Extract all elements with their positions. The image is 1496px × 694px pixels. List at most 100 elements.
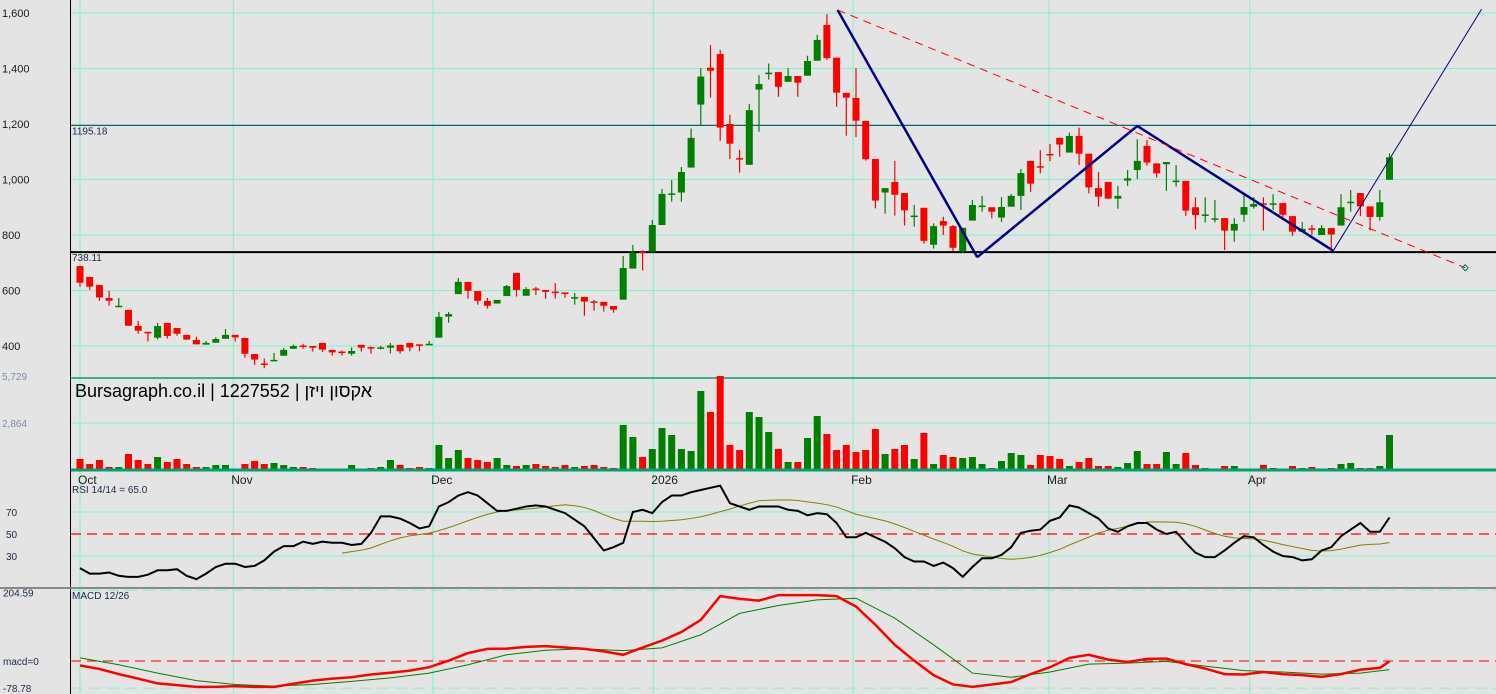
- candle-body: [1230, 223, 1238, 231]
- date-tick-label: Dec: [431, 473, 452, 487]
- volume-bar: [716, 376, 724, 470]
- candle-body: [600, 301, 608, 306]
- candle-body: [338, 351, 346, 354]
- candle-body: [949, 226, 957, 248]
- candle-body: [483, 301, 491, 306]
- volume-bar: [813, 416, 821, 470]
- candle-body: [1065, 135, 1073, 153]
- candle-body: [871, 158, 879, 201]
- candle-body: [852, 97, 860, 121]
- candle-body: [561, 292, 569, 294]
- candle-body: [1192, 207, 1199, 216]
- volume-bar: [910, 459, 918, 470]
- candle-body: [319, 342, 326, 350]
- candle-body: [192, 339, 200, 345]
- candle-body: [1153, 163, 1161, 174]
- candle-body: [86, 276, 94, 287]
- candle-body: [1104, 181, 1112, 199]
- candle-body: [1046, 153, 1054, 156]
- volume-bar: [862, 450, 870, 470]
- volume-bar: [707, 412, 714, 470]
- price-tick-label: 800: [2, 230, 20, 242]
- volume-tick-label: 5,729: [2, 372, 27, 383]
- candle-body: [1182, 180, 1190, 211]
- candle: [183, 334, 191, 340]
- candle-body: [1124, 178, 1132, 181]
- volume-bar: [677, 449, 685, 470]
- candle-body: [386, 345, 394, 348]
- candle-body: [784, 75, 792, 82]
- date-tick-label: Apr: [1248, 473, 1267, 487]
- volume-bar: [668, 435, 676, 470]
- volume-bar: [76, 459, 84, 470]
- candle-body: [503, 286, 511, 297]
- macd-label: MACD 12/26: [72, 591, 130, 602]
- candle-body: [289, 346, 297, 349]
- volume-bar: [949, 457, 957, 470]
- candle-body: [1356, 193, 1364, 207]
- volume-bar: [1036, 455, 1044, 470]
- candle-body: [328, 349, 336, 353]
- volume-bar: [464, 458, 472, 470]
- candle-body: [202, 342, 210, 345]
- candle-body: [474, 291, 482, 301]
- volume-bar: [1085, 458, 1093, 470]
- volume-bar: [1133, 451, 1141, 470]
- candle-body: [1036, 166, 1044, 168]
- date-tick-label: Feb: [851, 473, 872, 487]
- candle-body: [154, 326, 162, 338]
- candle-body: [930, 226, 938, 245]
- volume-bar: [745, 412, 753, 470]
- candle-body: [998, 206, 1005, 218]
- candle-body: [1347, 201, 1355, 204]
- candle-body: [939, 221, 947, 226]
- candle-body: [823, 24, 831, 59]
- candle-body: [464, 281, 472, 291]
- chart-background: [0, 0, 1496, 694]
- price-tick-label: 1,400: [2, 64, 30, 76]
- candle-body: [299, 345, 307, 347]
- date-tick-label: Nov: [231, 473, 252, 487]
- candle-body: [619, 268, 627, 300]
- candle-body: [794, 75, 802, 83]
- candle-body: [163, 322, 171, 337]
- candle-body: [241, 337, 249, 354]
- volume-bar: [454, 450, 462, 470]
- volume-bar: [493, 458, 501, 470]
- volume-bar: [445, 458, 453, 470]
- candle-body: [115, 305, 123, 308]
- volume-bar: [697, 391, 705, 470]
- candle-body: [639, 251, 647, 254]
- candle-body: [76, 266, 84, 283]
- candle-body: [697, 76, 705, 105]
- volume-bar: [920, 433, 928, 470]
- volume-bar: [774, 449, 782, 470]
- volume-bar: [1017, 455, 1025, 470]
- volume-bar: [639, 457, 647, 470]
- candle-body: [542, 289, 550, 292]
- candle: [716, 49, 724, 141]
- volume-bar: [891, 449, 899, 470]
- candle: [125, 309, 132, 326]
- candle-body: [610, 306, 617, 310]
- candle-body: [270, 359, 278, 362]
- candle-body: [1095, 188, 1102, 197]
- candle-body: [280, 349, 288, 356]
- candle-body: [532, 288, 540, 291]
- candle-body: [716, 54, 724, 128]
- candle-body: [774, 72, 782, 87]
- candle-body: [454, 281, 462, 295]
- volume-bar: [823, 434, 831, 470]
- volume-bar: [968, 457, 976, 470]
- candle-body: [881, 188, 889, 193]
- candle-body: [1162, 162, 1170, 165]
- candle-body: [1133, 160, 1141, 171]
- volume-bar: [755, 417, 763, 470]
- candle-body: [513, 273, 520, 290]
- volume-bar: [804, 438, 811, 470]
- volume-bar: [154, 457, 162, 470]
- volume-bar: [173, 459, 181, 470]
- candle-body: [251, 354, 259, 360]
- candle-body: [1269, 203, 1277, 205]
- candle-body: [551, 291, 559, 294]
